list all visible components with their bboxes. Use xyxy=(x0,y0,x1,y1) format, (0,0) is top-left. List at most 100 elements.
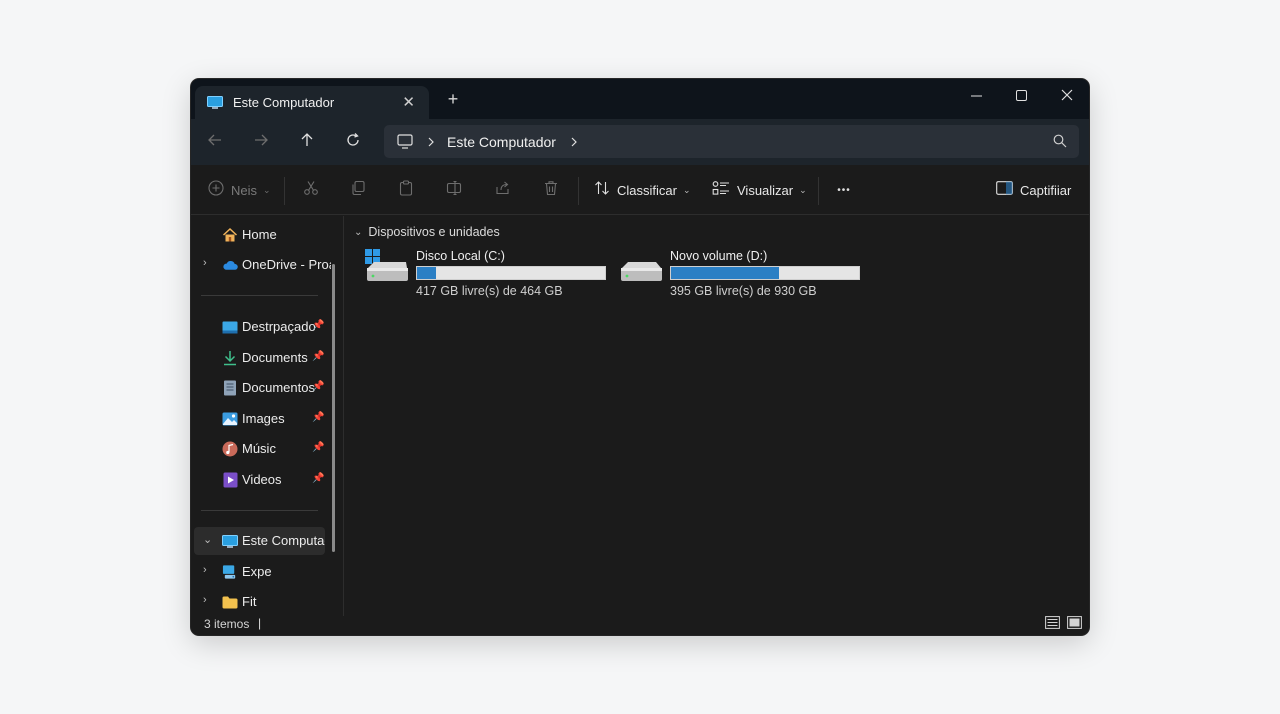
chevron-down-icon: ⌄ xyxy=(682,184,691,195)
title-bar: Este Computador ✕ + xyxy=(191,79,1089,119)
cut-button[interactable] xyxy=(301,177,321,203)
forward-button[interactable] xyxy=(246,128,276,156)
copy-button[interactable] xyxy=(348,177,368,203)
arrow-right-icon xyxy=(253,132,269,153)
maximize-button[interactable] xyxy=(998,79,1044,111)
document-icon xyxy=(222,380,238,396)
drive-free-space: 417 GB livre(s) de 464 GB xyxy=(416,284,563,298)
arrow-left-icon xyxy=(207,132,223,153)
breadcrumb-este-computador[interactable]: Este Computador xyxy=(447,134,556,150)
file-explorer-window: Este Computador ✕ + Este Computador Neis… xyxy=(191,79,1089,635)
new-button[interactable]: Neis ⌄ xyxy=(208,177,271,203)
sidebar-item-music[interactable]: Músic 📌 xyxy=(191,435,331,463)
drive-name: Disco Local (C:) xyxy=(416,249,505,263)
pin-icon[interactable]: 📌 xyxy=(312,320,324,331)
tab-este-computador[interactable]: Este Computador ✕ xyxy=(195,86,429,119)
delete-button[interactable] xyxy=(541,177,561,203)
hard-drive-icon xyxy=(619,259,663,287)
content-pane: ⌄ Dispositivos e unidades Disco Local (C… xyxy=(345,216,1089,616)
sidebar-item-onedrive[interactable]: › OneDrive - Proa xyxy=(191,251,331,279)
image-icon xyxy=(222,411,238,427)
sidebar-divider xyxy=(201,295,318,296)
plus-circle-icon xyxy=(208,179,224,201)
drive-item-c[interactable]: Disco Local (C:) 417 GB livre(s) de 464 … xyxy=(365,249,610,299)
chevron-right-icon[interactable]: › xyxy=(203,564,207,576)
status-bar: 3 itemos | xyxy=(191,616,1089,635)
rename-button[interactable] xyxy=(444,177,464,203)
music-icon xyxy=(222,441,238,457)
sidebar-item-downloads[interactable]: Documents 📌 xyxy=(191,344,331,372)
tab-title: Este Computador xyxy=(233,95,335,110)
sort-icon xyxy=(594,180,610,201)
sort-label: Classificar xyxy=(617,182,677,198)
view-button[interactable]: Visualizar ⌄ xyxy=(712,177,807,203)
monitor-icon xyxy=(207,96,223,109)
sidebar-item-home[interactable]: Home xyxy=(191,221,331,249)
share-icon xyxy=(495,180,511,201)
drive-item-d[interactable]: Novo volume (D:) 395 GB livre(s) de 930 … xyxy=(619,249,864,299)
chevron-right-icon[interactable] xyxy=(570,137,578,147)
details-view-button[interactable] xyxy=(1044,616,1060,632)
refresh-icon xyxy=(345,132,361,153)
toolbar-divider xyxy=(284,177,285,205)
pin-icon[interactable]: 📌 xyxy=(312,442,324,453)
drive-name: Novo volume (D:) xyxy=(670,249,768,263)
chevron-right-icon[interactable]: › xyxy=(203,594,207,606)
list-view-icon xyxy=(1044,616,1060,632)
refresh-button[interactable] xyxy=(338,128,368,156)
monitor-outline-icon xyxy=(397,134,413,149)
chevron-right-icon[interactable]: › xyxy=(203,257,207,269)
sidebar-item-fit[interactable]: › Fit xyxy=(191,588,331,616)
pin-icon[interactable]: 📌 xyxy=(312,473,324,484)
sidebar-item-label: Músic xyxy=(242,441,276,456)
details-pane-label: Captifiiar xyxy=(1020,182,1072,198)
pin-icon[interactable]: 📌 xyxy=(312,351,324,362)
sidebar-item-label: Home xyxy=(242,227,277,242)
sidebar-item-label: OneDrive - Proa xyxy=(242,257,331,272)
address-bar[interactable]: Este Computador xyxy=(384,125,1079,158)
pin-icon[interactable]: 📌 xyxy=(312,381,324,392)
details-pane-button[interactable]: Captifiiar xyxy=(996,177,1071,203)
new-label: Neis xyxy=(231,182,258,198)
tiles-view-icon xyxy=(1066,616,1082,632)
arrow-up-icon xyxy=(299,132,315,153)
text-cursor: | xyxy=(258,616,262,630)
pin-icon[interactable]: 📌 xyxy=(312,412,324,423)
sidebar-item-label: Videos xyxy=(242,472,282,487)
minimize-button[interactable] xyxy=(953,79,999,111)
chevron-down-icon: ⌄ xyxy=(799,184,807,195)
sidebar-item-expe[interactable]: › Expe xyxy=(191,558,331,586)
monitor-icon xyxy=(222,533,238,549)
toolbar-divider xyxy=(578,177,579,205)
drive-usage-fill xyxy=(417,267,436,279)
sidebar-item-videos[interactable]: Videos 📌 xyxy=(191,466,331,494)
navigation-pane: Home › OneDrive - Proa Destrpaçado 📌 Doc… xyxy=(191,216,344,616)
close-window-button[interactable] xyxy=(1044,79,1089,111)
more-options-button[interactable]: ••• xyxy=(831,177,857,203)
paste-button[interactable] xyxy=(396,177,416,203)
desktop-icon xyxy=(222,319,238,335)
home-icon xyxy=(222,227,238,243)
video-icon xyxy=(222,472,238,488)
sidebar-item-documents[interactable]: Documentos 📌 xyxy=(191,374,331,402)
group-header-devices[interactable]: ⌄ Dispositivos e unidades xyxy=(354,225,500,239)
network-drive-icon xyxy=(222,564,238,580)
tiles-view-button[interactable] xyxy=(1066,616,1082,632)
search-icon[interactable] xyxy=(1053,134,1067,148)
drive-usage-bar xyxy=(670,266,860,280)
sidebar-item-desktop[interactable]: Destrpaçado 📌 xyxy=(191,313,331,341)
new-tab-button[interactable]: + xyxy=(443,89,463,109)
sort-button[interactable]: Classificar ⌄ xyxy=(594,177,691,203)
sidebar-item-images[interactable]: Images 📌 xyxy=(191,405,331,433)
cloud-icon xyxy=(222,257,238,273)
drive-usage-bar xyxy=(416,266,606,280)
share-button[interactable] xyxy=(493,177,513,203)
sidebar-item-este-computador[interactable]: ⌄ Este Computador xyxy=(194,527,325,555)
view-label: Visualizar xyxy=(737,182,794,198)
back-button[interactable] xyxy=(200,128,230,156)
drive-free-space: 395 GB livre(s) de 930 GB xyxy=(670,284,817,298)
up-button[interactable] xyxy=(292,128,322,156)
chevron-down-icon[interactable]: ⌄ xyxy=(203,533,212,546)
sidebar-scrollbar[interactable] xyxy=(332,264,335,552)
tab-close-button[interactable]: ✕ xyxy=(402,93,415,111)
